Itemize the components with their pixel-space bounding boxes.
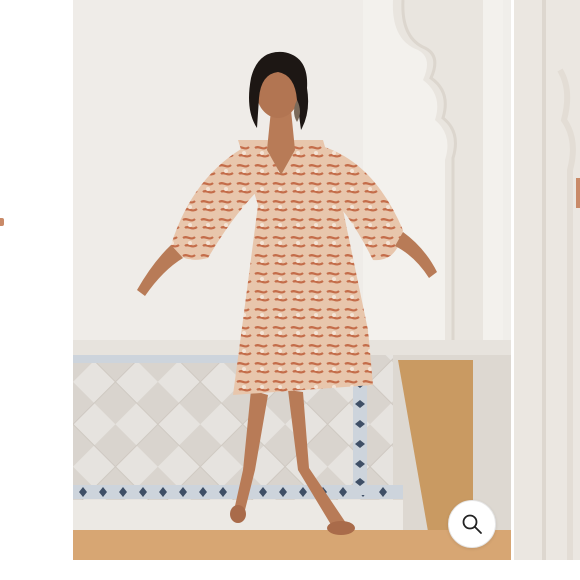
next-product-image[interactable]: [514, 0, 580, 560]
previous-image-edge: [0, 218, 4, 226]
previous-product-image-sliver[interactable]: [0, 0, 73, 580]
magnifier-icon: [462, 514, 482, 534]
next-photo: [514, 0, 580, 560]
zoom-button[interactable]: [448, 500, 496, 548]
product-photo: [73, 0, 511, 560]
main-product-image[interactable]: [73, 0, 511, 560]
